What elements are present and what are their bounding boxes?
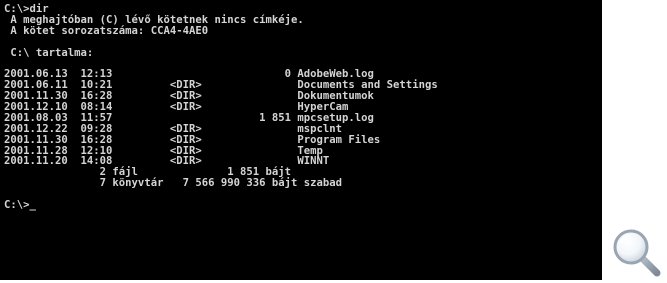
command-prompt[interactable]: C:\>_ [4, 200, 438, 211]
console-line: C:\ tartalma: [4, 46, 94, 59]
dirs-summary: 7 könyvtár 7 566 990 336 bájt szabad [4, 177, 343, 190]
listing-row: 2001.11.30 16:28 <DIR> Program Files [4, 133, 381, 146]
console-output: C:\>dir A meghajtóban (C) lévő kötetnek … [4, 4, 438, 211]
console-line: A kötet sorozatszáma: CCA4-4AE0 [4, 24, 209, 37]
directory-listing: 2001.06.13 12:13 0 AdobeWeb.log 2001.06.1… [4, 69, 438, 167]
console-window[interactable]: C:\>dir A meghajtóban (C) lévő kötetnek … [0, 0, 602, 280]
magnifier-icon [613, 229, 661, 277]
zoom-button[interactable] [610, 226, 662, 278]
